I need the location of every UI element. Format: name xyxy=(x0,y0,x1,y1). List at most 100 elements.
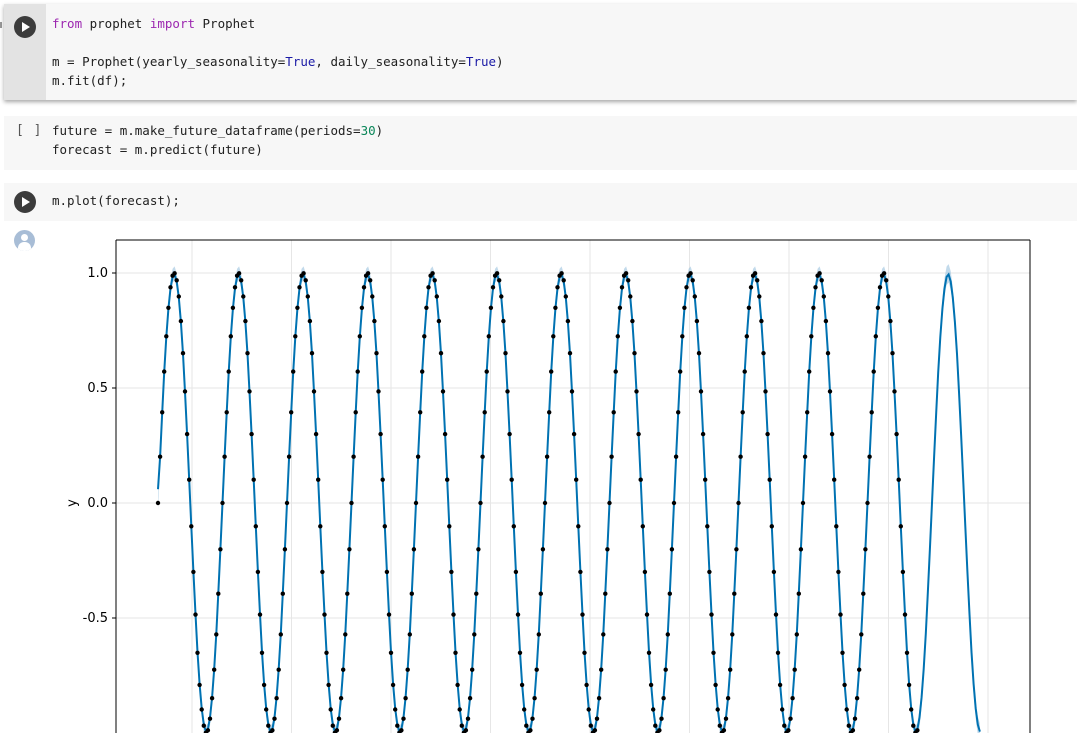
observed-point xyxy=(476,547,481,552)
observed-point xyxy=(842,682,847,688)
observed-point xyxy=(694,318,700,324)
observed-point xyxy=(819,278,824,283)
code-token: future = m.make_future_dataframe(periods… xyxy=(52,123,361,138)
observed-point xyxy=(769,524,774,529)
observed-point xyxy=(800,500,806,506)
observed-point xyxy=(580,612,585,617)
observed-point xyxy=(218,547,223,552)
observed-point xyxy=(669,547,675,552)
observed-point xyxy=(305,294,310,299)
observed-point xyxy=(174,278,179,283)
observed-point xyxy=(507,431,512,437)
observed-point xyxy=(336,716,342,721)
code-cell-3[interactable]: m.plot(forecast); xyxy=(4,183,1077,221)
code-editor[interactable]: from prophet import Prophet m = Prophet(y… xyxy=(52,14,504,90)
observed-point xyxy=(730,632,735,637)
observed-point xyxy=(755,278,760,283)
observed-point xyxy=(274,696,279,701)
observed-point xyxy=(592,728,598,733)
observed-point xyxy=(420,369,425,374)
y-axis-label: y xyxy=(65,499,80,507)
observed-point xyxy=(817,271,822,276)
observed-point xyxy=(303,278,308,283)
observed-point xyxy=(782,723,787,728)
observed-point xyxy=(465,716,471,721)
observed-point xyxy=(825,351,831,356)
observed-point xyxy=(682,305,687,310)
observed-point xyxy=(742,369,747,374)
observed-point xyxy=(236,271,242,276)
observed-point xyxy=(636,431,641,437)
observed-point xyxy=(355,369,360,374)
observed-point xyxy=(811,305,816,310)
observed-point xyxy=(295,305,300,310)
code-editor[interactable]: future = m.make_future_dataframe(periods… xyxy=(52,121,383,159)
observed-point xyxy=(311,389,317,394)
observed-point xyxy=(524,723,529,728)
observed-point xyxy=(911,723,916,728)
observed-point xyxy=(193,612,198,617)
observed-point xyxy=(796,591,801,596)
observed-point xyxy=(399,728,404,733)
observed-point xyxy=(569,389,575,394)
observed-point xyxy=(680,334,685,339)
observed-point xyxy=(474,591,479,596)
observed-point xyxy=(517,650,523,655)
observed-point xyxy=(338,696,344,701)
observed-point xyxy=(746,305,752,310)
observed-point xyxy=(330,723,335,728)
observed-point xyxy=(588,723,593,728)
observed-point xyxy=(261,682,267,688)
run-cell-button[interactable] xyxy=(14,16,36,38)
observed-point xyxy=(515,612,521,617)
observed-point xyxy=(549,369,554,374)
observed-point xyxy=(440,389,446,394)
observed-point xyxy=(224,410,229,415)
observed-point xyxy=(676,410,681,415)
observed-point xyxy=(599,667,604,672)
observed-point xyxy=(484,369,489,374)
observed-point xyxy=(898,524,903,529)
observed-point xyxy=(902,612,908,617)
observed-point xyxy=(220,500,225,506)
observed-point xyxy=(501,318,506,324)
observed-point xyxy=(322,612,327,617)
observed-point xyxy=(615,334,620,339)
code-cell-1[interactable]: from prophet import Prophet m = Prophet(y… xyxy=(4,4,1077,100)
observed-point xyxy=(605,547,610,552)
code-editor[interactable]: m.plot(forecast); xyxy=(52,191,180,210)
observed-point xyxy=(857,667,862,672)
observed-point xyxy=(854,696,860,701)
observed-point xyxy=(378,431,383,437)
observed-point xyxy=(459,723,464,728)
scroll-marker xyxy=(0,22,2,28)
code-line: from prophet import Prophet xyxy=(52,14,504,33)
observed-point xyxy=(503,351,508,356)
observed-point xyxy=(166,305,171,310)
observed-point xyxy=(863,547,868,552)
observed-point xyxy=(632,351,637,356)
observed-point xyxy=(249,431,254,437)
observed-point xyxy=(613,369,618,374)
observed-point xyxy=(230,305,236,310)
observed-point xyxy=(759,318,764,324)
observed-point xyxy=(707,569,712,575)
observed-point xyxy=(780,707,785,712)
code-cell-2[interactable]: [ ] future = m.make_future_dataframe(per… xyxy=(4,116,1077,170)
observed-point xyxy=(343,632,348,637)
observed-point xyxy=(900,569,906,575)
observed-point xyxy=(659,716,664,721)
observed-point xyxy=(207,716,213,721)
observed-point xyxy=(836,569,841,575)
observed-point xyxy=(661,696,666,701)
observed-point xyxy=(226,369,231,374)
observed-point xyxy=(861,591,866,596)
observed-point xyxy=(276,667,281,672)
observed-point xyxy=(773,612,779,617)
observed-point xyxy=(478,500,483,506)
run-cell-button[interactable] xyxy=(14,191,36,213)
observed-point xyxy=(873,334,878,339)
code-line: m.fit(df); xyxy=(52,71,504,90)
observed-point xyxy=(711,650,716,655)
observed-point xyxy=(534,667,539,672)
